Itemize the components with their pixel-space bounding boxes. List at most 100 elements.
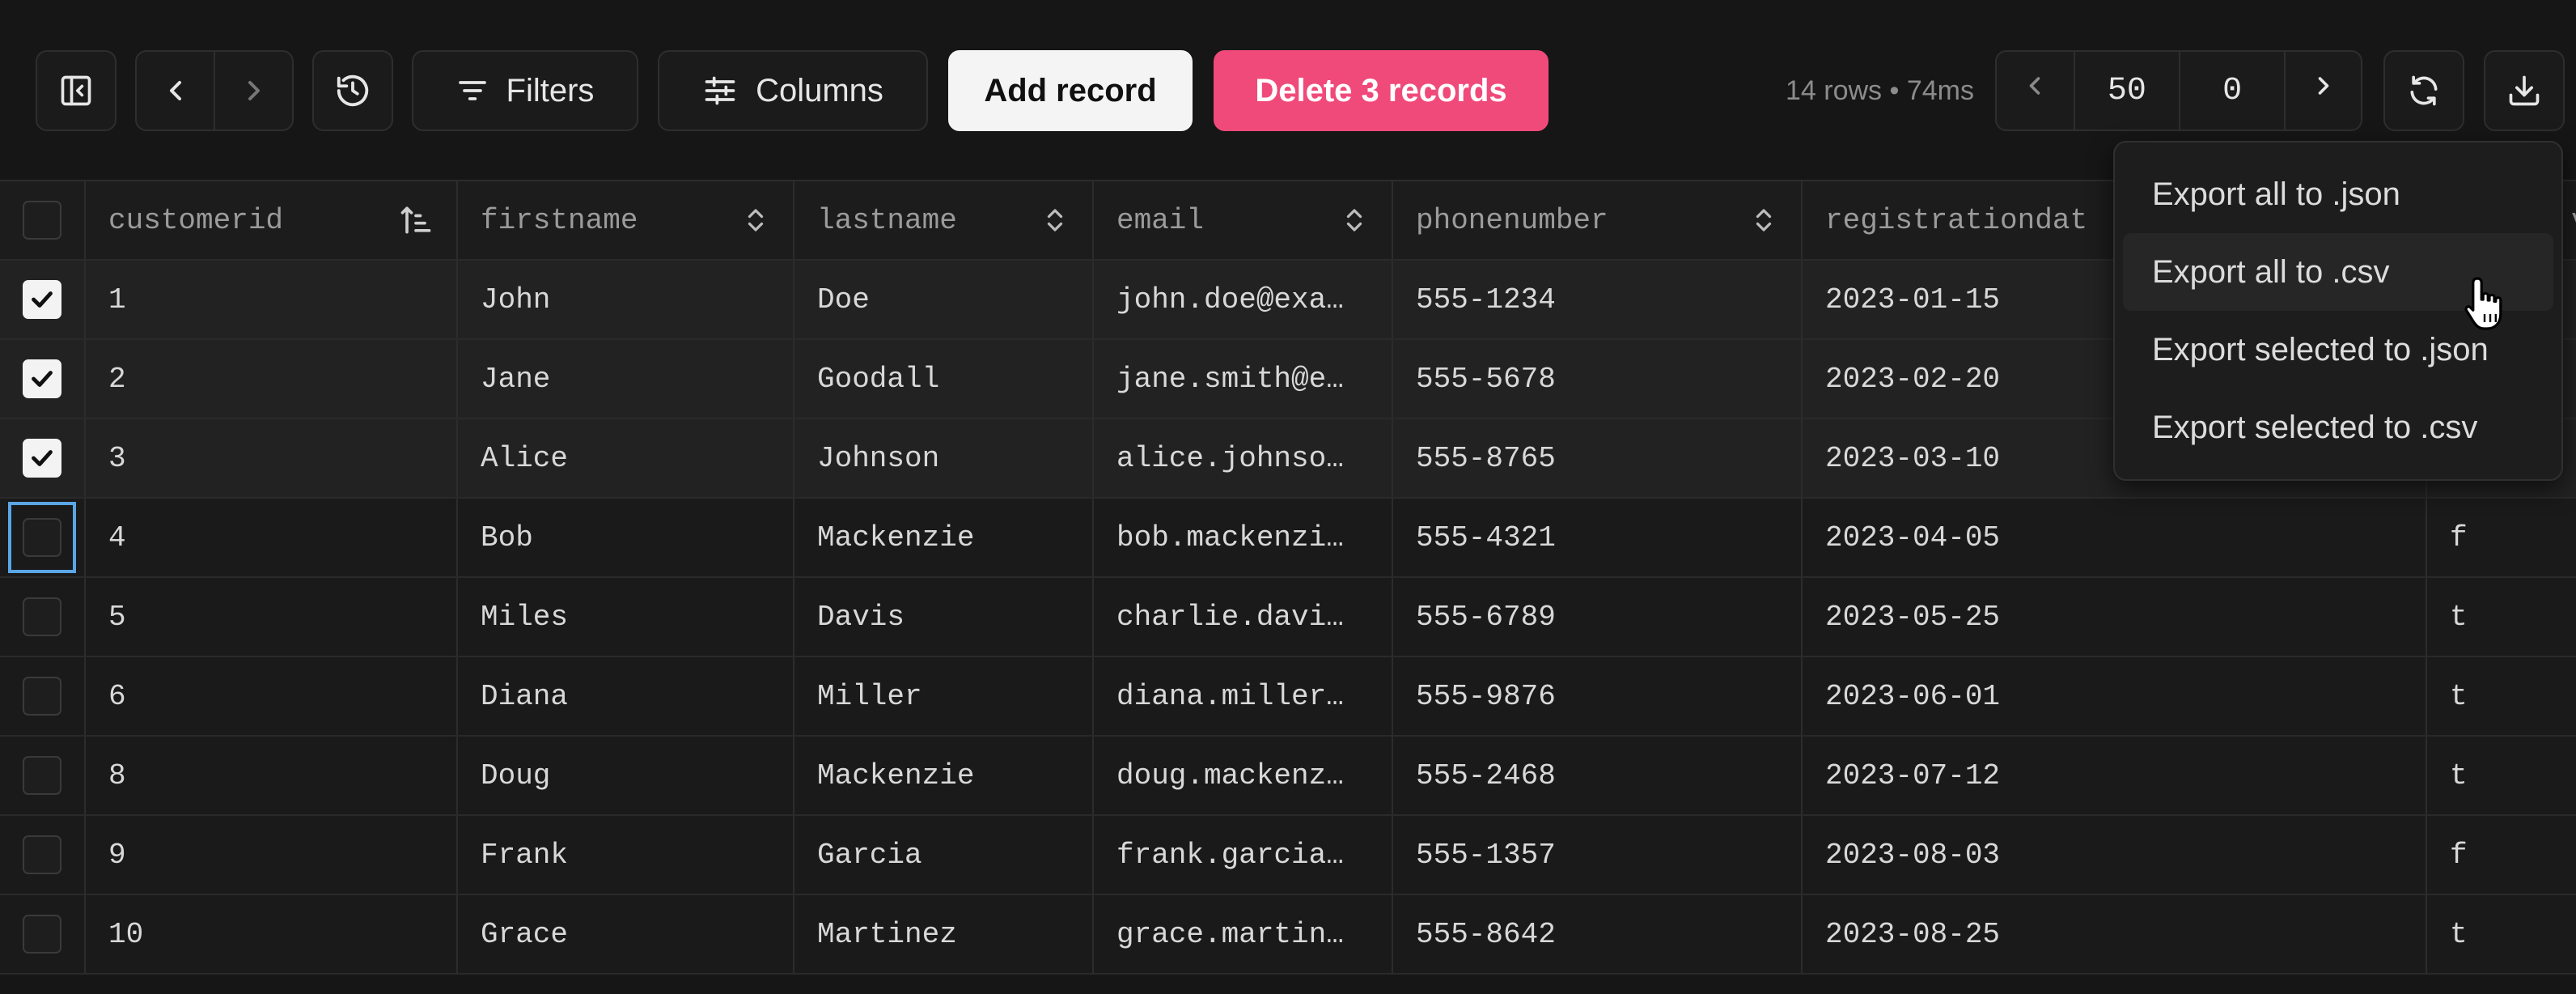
column-header-customerid[interactable]: customerid [86, 181, 458, 259]
cell-customerid[interactable]: 6 [86, 657, 458, 735]
cell-v[interactable]: f [2427, 499, 2576, 576]
cell-phonenumber[interactable]: 555-2468 [1393, 737, 1803, 814]
cell-phonenumber[interactable]: 555-4321 [1393, 499, 1803, 576]
column-header-email[interactable]: email [1094, 181, 1393, 259]
cell-lastname[interactable]: Davis [794, 578, 1094, 656]
add-record-button[interactable]: Add record [948, 50, 1193, 131]
column-header-label: registrationdat [1825, 203, 2088, 237]
columns-button[interactable]: Columns [658, 50, 928, 131]
cell-v[interactable]: t [2427, 657, 2576, 735]
history-button[interactable] [312, 50, 393, 131]
back-button[interactable] [137, 52, 215, 130]
cell-customerid[interactable]: 5 [86, 578, 458, 656]
cell-customerid[interactable]: 3 [86, 419, 458, 497]
cell-phonenumber[interactable]: 555-6789 [1393, 578, 1803, 656]
row-checkbox[interactable] [23, 597, 61, 636]
select-all-checkbox[interactable] [23, 201, 61, 240]
cell-customerid[interactable]: 9 [86, 816, 458, 894]
cell-lastname[interactable]: Garcia [794, 816, 1094, 894]
cell-email[interactable]: frank.garcia… [1094, 816, 1393, 894]
forward-button[interactable] [215, 52, 292, 130]
cell-firstname[interactable]: Frank [458, 816, 794, 894]
table-row[interactable]: 10 Grace Martinez grace.martin… 555-8642… [0, 895, 2576, 975]
sort-toggle-icon[interactable] [1749, 181, 1778, 259]
cell-v[interactable]: t [2427, 895, 2576, 973]
row-checkbox[interactable] [23, 280, 61, 319]
cell-lastname[interactable]: Mackenzie [794, 499, 1094, 576]
cell-customerid[interactable]: 8 [86, 737, 458, 814]
filters-button[interactable]: Filters [412, 50, 638, 131]
cell-lastname[interactable]: Doe [794, 261, 1094, 338]
cell-email[interactable]: alice.johnso… [1094, 419, 1393, 497]
cell-customerid[interactable]: 10 [86, 895, 458, 973]
cell-registrationdate[interactable]: 2023-08-03 [1803, 816, 2427, 894]
cell-registrationdate[interactable]: 2023-08-25 [1803, 895, 2427, 973]
cell-firstname[interactable]: Alice [458, 419, 794, 497]
cell-phonenumber[interactable]: 555-8642 [1393, 895, 1803, 973]
cell-email[interactable]: diana.miller… [1094, 657, 1393, 735]
cell-lastname[interactable]: Johnson [794, 419, 1094, 497]
table-row[interactable]: 8 Doug Mackenzie doug.mackenz… 555-2468 … [0, 737, 2576, 816]
cell-phonenumber[interactable]: 555-8765 [1393, 419, 1803, 497]
cell-phonenumber[interactable]: 555-1234 [1393, 261, 1803, 338]
cell-email[interactable]: doug.mackenz… [1094, 737, 1393, 814]
cell-customerid[interactable]: 1 [86, 261, 458, 338]
cell-email[interactable]: jane.smith@e… [1094, 340, 1393, 418]
sidebar-toggle-button[interactable] [36, 50, 117, 131]
cell-email[interactable]: grace.martin… [1094, 895, 1393, 973]
cell-registrationdate[interactable]: 2023-06-01 [1803, 657, 2427, 735]
table-row[interactable]: 6 Diana Miller diana.miller… 555-9876 20… [0, 657, 2576, 737]
cell-v[interactable]: t [2427, 737, 2576, 814]
cell-firstname[interactable]: Bob [458, 499, 794, 576]
next-page-button[interactable] [2286, 52, 2361, 130]
cell-firstname[interactable]: Jane [458, 340, 794, 418]
column-header-lastname[interactable]: lastname [794, 181, 1094, 259]
cell-email[interactable]: bob.mackenzi… [1094, 499, 1393, 576]
table-row[interactable]: 9 Frank Garcia frank.garcia… 555-1357 20… [0, 816, 2576, 895]
row-checkbox[interactable] [23, 756, 61, 795]
cell-email[interactable]: charlie.davi… [1094, 578, 1393, 656]
refresh-button[interactable] [2383, 50, 2464, 131]
cell-customerid[interactable]: 4 [86, 499, 458, 576]
cell-registrationdate[interactable]: 2023-04-05 [1803, 499, 2427, 576]
export-button[interactable] [2484, 50, 2565, 131]
cell-v[interactable]: f [2427, 816, 2576, 894]
cell-firstname[interactable]: Doug [458, 737, 794, 814]
cell-phonenumber[interactable]: 555-1357 [1393, 816, 1803, 894]
row-checkbox[interactable] [23, 677, 61, 716]
column-header-label: customerid [108, 203, 284, 237]
cell-firstname[interactable]: Diana [458, 657, 794, 735]
cell-registrationdate[interactable]: 2023-07-12 [1803, 737, 2427, 814]
sort-toggle-icon[interactable] [741, 181, 770, 259]
cell-firstname[interactable]: Grace [458, 895, 794, 973]
table-row[interactable]: 4 Bob Mackenzie bob.mackenzi… 555-4321 2… [0, 499, 2576, 578]
sort-ascending-icon[interactable] [398, 181, 434, 259]
limit-input[interactable]: 50 [2075, 52, 2180, 130]
row-checkbox[interactable] [23, 359, 61, 398]
cell-lastname[interactable]: Mackenzie [794, 737, 1094, 814]
cell-firstname[interactable]: John [458, 261, 794, 338]
sort-toggle-icon[interactable] [1040, 181, 1070, 259]
cell-phonenumber[interactable]: 555-5678 [1393, 340, 1803, 418]
cell-customerid[interactable]: 2 [86, 340, 458, 418]
row-checkbox[interactable] [23, 915, 61, 954]
row-checkbox[interactable] [23, 439, 61, 478]
cell-registrationdate[interactable]: 2023-05-25 [1803, 578, 2427, 656]
menu-item-export-selected-csv[interactable]: Export selected to .csv [2123, 389, 2553, 466]
row-checkbox[interactable] [23, 835, 61, 874]
column-header-phonenumber[interactable]: phonenumber [1393, 181, 1803, 259]
cell-lastname[interactable]: Miller [794, 657, 1094, 735]
table-row[interactable]: 5 Miles Davis charlie.davi… 555-6789 202… [0, 578, 2576, 657]
delete-records-button[interactable]: Delete 3 records [1214, 50, 1549, 131]
cell-firstname[interactable]: Miles [458, 578, 794, 656]
menu-item-export-all-json[interactable]: Export all to .json [2123, 155, 2553, 233]
cell-phonenumber[interactable]: 555-9876 [1393, 657, 1803, 735]
sort-toggle-icon[interactable] [1340, 181, 1369, 259]
cell-v[interactable]: t [2427, 578, 2576, 656]
previous-page-button[interactable] [1997, 52, 2075, 130]
column-header-firstname[interactable]: firstname [458, 181, 794, 259]
cell-lastname[interactable]: Goodall [794, 340, 1094, 418]
cell-email[interactable]: john.doe@exa… [1094, 261, 1393, 338]
offset-input[interactable]: 0 [2180, 52, 2286, 130]
cell-lastname[interactable]: Martinez [794, 895, 1094, 973]
